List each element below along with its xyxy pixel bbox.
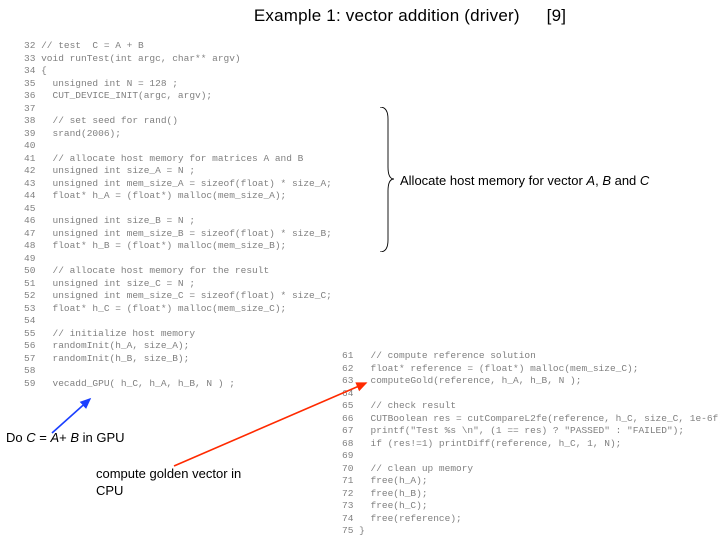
alloc-var-c: C xyxy=(640,173,649,188)
slide-title: Example 1: vector addition (driver) [9] xyxy=(0,0,720,26)
brace-icon xyxy=(378,107,394,252)
alloc-var-b: B xyxy=(602,173,611,188)
code-listing-2: 61 // compute reference solution 62 floa… xyxy=(342,350,720,538)
code-listing-1: 32 // test C = A + B 33 void runTest(int… xyxy=(24,40,332,390)
arrow-blue-icon xyxy=(40,395,100,435)
annotation-golden: compute golden vector in CPU xyxy=(96,465,246,499)
gpu-text-pre: Do xyxy=(6,430,26,445)
annotation-allocate: Allocate host memory for vector A, B and… xyxy=(400,173,649,188)
alloc-text-pre: Allocate host memory for vector xyxy=(400,173,586,188)
alloc-text-mid2: and xyxy=(611,173,640,188)
alloc-var-a: A xyxy=(586,173,595,188)
gpu-var-c: C xyxy=(26,430,35,445)
title-text: Example 1: vector addition (driver) xyxy=(254,6,520,25)
arrow-red-icon xyxy=(170,380,370,470)
reference-number: [9] xyxy=(547,6,567,26)
